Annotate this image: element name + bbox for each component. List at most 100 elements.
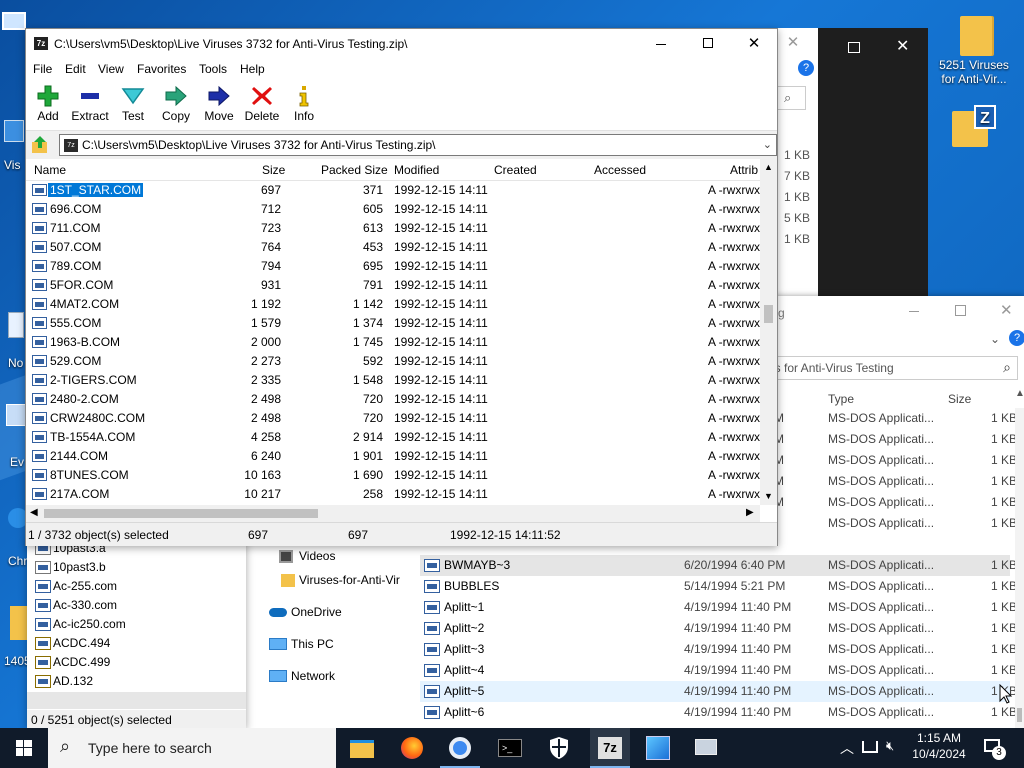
column-header-created[interactable]: Created xyxy=(494,163,537,177)
start-button[interactable] xyxy=(0,728,48,768)
table-row[interactable]: 4MAT2.COM 1 192 1 142 1992-12-15 14:11 A -rw… xyxy=(26,295,766,314)
list-item[interactable]: AD.132 xyxy=(35,673,235,694)
table-row[interactable]: 2144.COM 6 240 1 901 1992-12-15 14:11 A -rwx… xyxy=(26,447,766,466)
security-shield-icon[interactable] xyxy=(545,734,573,762)
move-button[interactable]: Move xyxy=(197,81,241,127)
list-item[interactable]: ACDC.494 xyxy=(35,635,235,656)
chevron-down-icon[interactable]: ⌄ xyxy=(763,138,772,151)
table-row[interactable]: 789.COM 794 695 1992-12-15 14:11 A -rwxrwx xyxy=(26,257,766,276)
table-row[interactable]: 5FOR.COM 931 791 1992-12-15 14:11 A -rwxrwx xyxy=(26,276,766,295)
table-row[interactable]: 507.COM 764 453 1992-12-15 14:11 A -rwxrwx xyxy=(26,238,766,257)
list-item[interactable]: Aplitt~2 4/19/1994 11:40 PM MS-DOS Applica… xyxy=(420,618,1017,639)
vertical-scrollbar[interactable]: ▲ ▼ xyxy=(760,159,777,505)
menu-view[interactable]: View xyxy=(98,62,124,76)
table-row[interactable]: TB-1554A.COM 4 258 2 914 1992-12-15 14:11 A … xyxy=(26,428,766,447)
notifications-button[interactable]: 3 xyxy=(982,736,1006,760)
list-item[interactable]: BUBBLES 5/14/1994 5:21 PM MS-DOS Applicati… xyxy=(420,576,1017,597)
sevenzip-taskbar-button[interactable]: 7z xyxy=(590,728,630,768)
list-item[interactable]: BWMAYB~3 6/20/1994 6:40 PM MS-DOS Applicat… xyxy=(420,555,1017,576)
network-tray-icon[interactable] xyxy=(862,741,878,753)
maximize-button[interactable] xyxy=(685,29,731,59)
menu-favorites[interactable]: Favorites xyxy=(137,62,186,76)
file-explorer-icon[interactable] xyxy=(348,734,376,762)
column-header-modified[interactable]: Modified xyxy=(394,163,439,177)
minimize-button[interactable] xyxy=(909,311,919,312)
list-item[interactable]: Ac-330.com xyxy=(35,597,235,618)
column-header-size[interactable]: Size xyxy=(262,163,285,177)
remote-desktop-icon[interactable] xyxy=(692,734,720,762)
table-row[interactable]: 711.COM 723 613 1992-12-15 14:11 A -rwxrwx xyxy=(26,219,766,238)
list-item[interactable]: Aplitt~6 4/19/1994 11:40 PM MS-DOS Applica… xyxy=(420,702,1017,723)
extract-button[interactable]: Extract xyxy=(68,81,112,127)
maximize-button[interactable] xyxy=(848,42,860,53)
list-item[interactable]: ACDC.499 xyxy=(35,654,235,675)
desktop-icon-partial-6[interactable]: 1405 xyxy=(0,600,31,670)
minimize-button[interactable] xyxy=(638,29,684,59)
scroll-thumb[interactable] xyxy=(1017,708,1022,722)
chrome-icon[interactable] xyxy=(446,734,474,762)
menu-help[interactable]: Help xyxy=(240,62,265,76)
close-button[interactable]: ✕ xyxy=(731,29,777,59)
column-header-type[interactable]: Type xyxy=(828,392,854,406)
column-header-size[interactable]: Size xyxy=(948,392,971,406)
search-box[interactable]: es for Anti-Virus Testing ⌕ xyxy=(763,356,1018,380)
terminal-icon[interactable]: >_ xyxy=(496,734,524,762)
vertical-scrollbar[interactable] xyxy=(1015,408,1024,728)
test-button[interactable]: Test xyxy=(111,81,155,127)
list-item[interactable]: Aplitt~3 4/19/1994 11:40 PM MS-DOS Applica… xyxy=(420,639,1017,660)
list-item[interactable]: Aplitt~5 4/19/1994 11:40 PM MS-DOS Applica… xyxy=(420,681,1017,702)
scroll-down-arrow[interactable]: ▼ xyxy=(764,491,773,501)
maximize-button[interactable] xyxy=(955,305,966,316)
menu-tools[interactable]: Tools xyxy=(199,62,227,76)
help-icon[interactable]: ? xyxy=(798,60,814,76)
menu-edit[interactable]: Edit xyxy=(65,62,86,76)
table-row[interactable]: 2480-2.COM 2 498 720 1992-12-15 14:11 A -rwx… xyxy=(26,390,766,409)
volume-muted-icon[interactable]: 🔇︎ xyxy=(886,738,894,754)
taskbar-search[interactable]: ⌕ Type here to search xyxy=(48,728,336,768)
scroll-thumb[interactable] xyxy=(764,305,773,323)
up-folder-icon[interactable] xyxy=(30,135,50,155)
scroll-thumb[interactable] xyxy=(44,509,318,518)
list-item[interactable]: Ac-255.com xyxy=(35,578,235,599)
show-hidden-icons-button[interactable]: ︿ xyxy=(840,738,854,758)
menu-file[interactable]: File xyxy=(33,62,52,76)
desktop-icon-partial-2[interactable]: Vis xyxy=(0,118,26,178)
title-bar[interactable]: 7z C:\Users\vm5\Desktop\Live Viruses 373… xyxy=(26,29,777,59)
desktop-icon-partial-5[interactable]: Chr xyxy=(0,500,28,570)
column-header-accessed[interactable]: Accessed xyxy=(594,163,646,177)
table-row[interactable]: 217A.COM 10 217 258 1992-12-15 14:11 A -rwxr… xyxy=(26,485,766,504)
table-row[interactable]: 1ST_STAR.COM 697 371 1992-12-15 14:11 A -rwx… xyxy=(26,181,766,200)
address-input[interactable]: 7z C:\Users\vm5\Desktop\Live Viruses 373… xyxy=(59,134,777,156)
list-item[interactable]: Aplitt~1 4/19/1994 11:40 PM MS-DOS Applica… xyxy=(420,597,1017,618)
scroll-up-arrow[interactable]: ▲ xyxy=(764,162,773,172)
photos-icon[interactable] xyxy=(644,734,672,762)
horizontal-scrollbar[interactable] xyxy=(27,692,246,709)
table-row[interactable]: CRW2480C.COM 2 498 720 1992-12-15 14:11 A -r… xyxy=(26,409,766,428)
table-row[interactable]: 8TUNES.COM 10 163 1 690 1992-12-15 14:11 A -… xyxy=(26,466,766,485)
table-row[interactable]: 529.COM 2 273 592 1992-12-15 14:11 A -rwxrwx xyxy=(26,352,766,371)
copy-button[interactable]: Copy xyxy=(154,81,198,127)
column-header-packed[interactable]: Packed Size xyxy=(321,163,388,177)
table-row[interactable]: 1963-B.COM 2 000 1 745 1992-12-15 14:11 A -r… xyxy=(26,333,766,352)
clock[interactable]: 1:15 AM 10/4/2024 xyxy=(908,731,970,761)
desktop-icon-zip[interactable]: Z xyxy=(950,103,1000,158)
close-button[interactable]: ✕ xyxy=(1000,301,1013,319)
table-row[interactable]: 2-TIGERS.COM 2 335 1 548 1992-12-15 14:11 A … xyxy=(26,371,766,390)
scroll-right-arrow[interactable]: ▶ xyxy=(746,507,754,518)
list-item[interactable]: Ac-ic250.com xyxy=(35,616,235,637)
desktop-icon-partial-4[interactable]: Ev xyxy=(0,400,26,470)
desktop-icon-viruses-folder[interactable]: 5251 Viruses for Anti-Vir... xyxy=(939,8,1010,92)
help-icon[interactable]: ? xyxy=(1009,330,1024,346)
table-row[interactable]: 555.COM 1 579 1 374 1992-12-15 14:11 A -rwxr… xyxy=(26,314,766,333)
firefox-icon[interactable] xyxy=(398,734,426,762)
table-row[interactable]: 696.COM 712 605 1992-12-15 14:11 A -rwxrwx xyxy=(26,200,766,219)
column-header-attrib[interactable]: Attrib xyxy=(730,163,758,177)
horizontal-scrollbar[interactable]: ◀ ▶ xyxy=(26,505,760,522)
close-button[interactable]: ✕ xyxy=(896,36,909,56)
desktop-icon-partial-1[interactable] xyxy=(0,8,26,72)
list-item[interactable]: Aplitt~4 4/19/1994 11:40 PM MS-DOS Applica… xyxy=(420,660,1017,681)
chevron-down-icon[interactable]: ⌄ xyxy=(990,332,1000,346)
list-item[interactable]: 10past3.b xyxy=(35,559,235,580)
desktop-icon-partial-3[interactable]: No xyxy=(0,308,26,374)
column-header-name[interactable]: Name xyxy=(34,163,66,177)
